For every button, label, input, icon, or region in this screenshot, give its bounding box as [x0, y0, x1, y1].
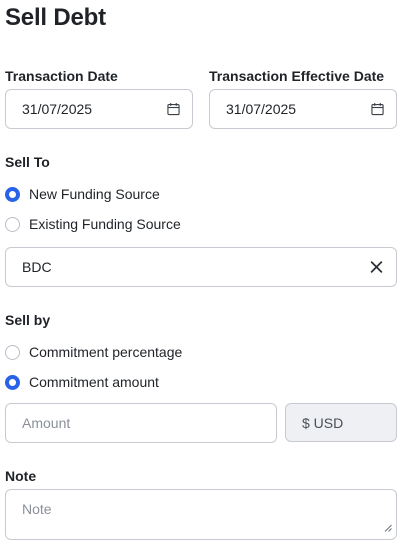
- calendar-icon[interactable]: [371, 103, 384, 116]
- transaction-effective-date-value: 31/07/2025: [226, 101, 297, 117]
- radio-existing-funding-source[interactable]: Existing Funding Source: [5, 216, 181, 232]
- amount-placeholder: Amount: [22, 415, 71, 431]
- radio-commitment-percentage[interactable]: Commitment percentage: [5, 344, 182, 360]
- transaction-date-value: 31/07/2025: [22, 101, 93, 117]
- radio-button[interactable]: [5, 374, 20, 390]
- radio-label: Existing Funding Source: [29, 216, 181, 232]
- funding-source-value: BDC: [22, 259, 52, 275]
- radio-new-funding-source[interactable]: New Funding Source: [5, 186, 160, 202]
- close-icon[interactable]: [370, 261, 383, 274]
- calendar-icon[interactable]: [167, 103, 180, 116]
- sell-to-label: Sell To: [5, 154, 50, 170]
- page-title: Sell Debt: [5, 4, 106, 31]
- transaction-date-label: Transaction Date: [5, 68, 118, 84]
- radio-button[interactable]: [5, 216, 20, 232]
- radio-button[interactable]: [5, 186, 20, 202]
- sell-by-label: Sell by: [5, 312, 51, 328]
- amount-input[interactable]: Amount: [5, 403, 277, 443]
- transaction-date-field[interactable]: 31/07/2025: [5, 89, 193, 129]
- funding-source-input[interactable]: BDC: [5, 247, 397, 287]
- radio-label: Commitment amount: [29, 374, 159, 390]
- currency-badge: $ USD: [285, 403, 397, 442]
- radio-label: Commitment percentage: [29, 344, 183, 360]
- note-label: Note: [5, 468, 37, 484]
- resize-handle-icon[interactable]: [384, 519, 392, 535]
- transaction-effective-date-label: Transaction Effective Date: [209, 68, 385, 84]
- radio-commitment-amount[interactable]: Commitment amount: [5, 374, 159, 390]
- radio-button[interactable]: [5, 344, 20, 360]
- note-placeholder: Note: [22, 501, 52, 517]
- note-textarea[interactable]: Note: [5, 489, 397, 540]
- radio-label: New Funding Source: [29, 186, 160, 202]
- transaction-effective-date-field[interactable]: 31/07/2025: [209, 89, 397, 129]
